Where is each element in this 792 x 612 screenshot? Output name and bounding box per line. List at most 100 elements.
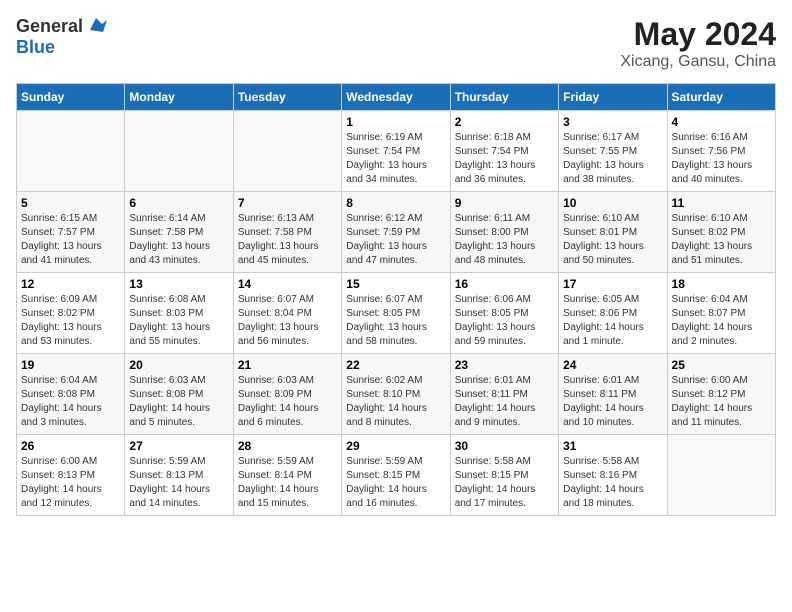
day-number: 4 — [672, 115, 771, 129]
logo-blue: Blue — [16, 37, 55, 57]
day-number: 31 — [563, 439, 662, 453]
day-header-tuesday: Tuesday — [233, 84, 341, 111]
calendar-cell: 21 Sunrise: 6:03 AMSunset: 8:09 PMDayligh… — [233, 354, 341, 435]
calendar-cell: 16Sunrise: 6:06 AMSunset: 8:05 PMDayligh… — [450, 273, 558, 354]
day-number: 18 — [672, 277, 771, 291]
day-info: Sunrise: 5:59 AMSunset: 8:14 PMDaylight:… — [238, 455, 337, 511]
calendar-cell: 22Sunrise: 6:02 AMSunset: 8:10 PMDayligh… — [342, 354, 450, 435]
day-number: 25 — [672, 358, 771, 372]
calendar-cell: 8 Sunrise: 6:12 AMSunset: 7:59 PMDaylight… — [342, 192, 450, 273]
day-number: 30 — [455, 439, 554, 453]
page-header: General Blue May 2024 Xicang, Gansu, Chi… — [16, 16, 776, 71]
day-info: Sunrise: 6:14 AMSunset: 7:58 PMDaylight:… — [129, 212, 228, 268]
logo: General Blue — [16, 16, 107, 58]
day-number: 20 — [129, 358, 228, 372]
day-info: Sunrise: 6:19 AMSunset: 7:54 PMDaylight:… — [346, 131, 445, 187]
day-header-thursday: Thursday — [450, 84, 558, 111]
calendar-cell: 10Sunrise: 6:10 AMSunset: 8:01 PMDayligh… — [559, 192, 667, 273]
week-row-1: 1 Sunrise: 6:19 AMSunset: 7:54 PMDaylight… — [17, 111, 776, 192]
calendar-header-row: SundayMondayTuesdayWednesdayThursdayFrid… — [17, 84, 776, 111]
day-info: Sunrise: 6:03 AMSunset: 8:08 PMDaylight:… — [129, 374, 228, 430]
week-row-5: 26Sunrise: 6:00 AMSunset: 8:13 PMDayligh… — [17, 435, 776, 516]
day-header-monday: Monday — [125, 84, 233, 111]
calendar-cell: 5Sunrise: 6:15 AMSunset: 7:57 PMDaylight… — [17, 192, 125, 273]
calendar-cell: 26Sunrise: 6:00 AMSunset: 8:13 PMDayligh… — [17, 435, 125, 516]
calendar-cell: 30 Sunrise: 5:58 AMSunset: 8:15 PMDayligh… — [450, 435, 558, 516]
calendar-cell: 25 Sunrise: 6:00 AMSunset: 8:12 PMDayligh… — [667, 354, 775, 435]
day-info: Sunrise: 5:58 AMSunset: 8:15 PMDaylight:… — [455, 455, 554, 511]
day-info: Sunrise: 5:58 AMSunset: 8:16 PMDaylight:… — [563, 455, 662, 511]
day-info: Sunrise: 6:07 AMSunset: 8:04 PMDaylight:… — [238, 293, 337, 349]
day-number: 2 — [455, 115, 554, 129]
calendar-cell: 29 Sunrise: 5:59 AMSunset: 8:15 PMDayligh… — [342, 435, 450, 516]
week-row-4: 19Sunrise: 6:04 AMSunset: 8:08 PMDayligh… — [17, 354, 776, 435]
week-row-3: 12 Sunrise: 6:09 AMSunset: 8:02 PMDayligh… — [17, 273, 776, 354]
calendar-cell: 2Sunrise: 6:18 AMSunset: 7:54 PMDaylight… — [450, 111, 558, 192]
calendar-cell — [233, 111, 341, 192]
day-info: Sunrise: 6:08 AMSunset: 8:03 PMDaylight:… — [129, 293, 228, 349]
day-info: Sunrise: 6:12 AMSunset: 7:59 PMDaylight:… — [346, 212, 445, 268]
day-number: 11 — [672, 196, 771, 210]
calendar-cell: 20 Sunrise: 6:03 AMSunset: 8:08 PMDayligh… — [125, 354, 233, 435]
calendar-cell: 27 Sunrise: 5:59 AMSunset: 8:13 PMDayligh… — [125, 435, 233, 516]
day-number: 6 — [129, 196, 228, 210]
day-info: Sunrise: 6:05 AMSunset: 8:06 PMDaylight:… — [563, 293, 662, 349]
day-header-wednesday: Wednesday — [342, 84, 450, 111]
calendar-subtitle: Xicang, Gansu, China — [620, 53, 776, 71]
calendar-cell: 28 Sunrise: 5:59 AMSunset: 8:14 PMDayligh… — [233, 435, 341, 516]
day-number: 29 — [346, 439, 445, 453]
day-header-friday: Friday — [559, 84, 667, 111]
day-number: 21 — [238, 358, 337, 372]
day-info: Sunrise: 5:59 AMSunset: 8:13 PMDaylight:… — [129, 455, 228, 511]
week-row-2: 5Sunrise: 6:15 AMSunset: 7:57 PMDaylight… — [17, 192, 776, 273]
calendar-cell: 15Sunrise: 6:07 AMSunset: 8:05 PMDayligh… — [342, 273, 450, 354]
day-info: Sunrise: 6:02 AMSunset: 8:10 PMDaylight:… — [346, 374, 445, 430]
day-info: Sunrise: 6:01 AMSunset: 8:11 PMDaylight:… — [455, 374, 554, 430]
day-number: 27 — [129, 439, 228, 453]
day-header-sunday: Sunday — [17, 84, 125, 111]
day-number: 9 — [455, 196, 554, 210]
day-info: Sunrise: 6:17 AMSunset: 7:55 PMDaylight:… — [563, 131, 662, 187]
day-number: 3 — [563, 115, 662, 129]
day-number: 13 — [129, 277, 228, 291]
day-info: Sunrise: 6:00 AMSunset: 8:13 PMDaylight:… — [21, 455, 120, 511]
day-number: 24 — [563, 358, 662, 372]
day-number: 14 — [238, 277, 337, 291]
calendar-title: May 2024 — [620, 16, 776, 53]
day-info: Sunrise: 6:01 AMSunset: 8:11 PMDaylight:… — [563, 374, 662, 430]
day-info: Sunrise: 6:10 AMSunset: 8:02 PMDaylight:… — [672, 212, 771, 268]
calendar-table: SundayMondayTuesdayWednesdayThursdayFrid… — [16, 83, 776, 516]
day-number: 16 — [455, 277, 554, 291]
day-number: 15 — [346, 277, 445, 291]
day-info: Sunrise: 5:59 AMSunset: 8:15 PMDaylight:… — [346, 455, 445, 511]
calendar-cell: 31 Sunrise: 5:58 AMSunset: 8:16 PMDayligh… — [559, 435, 667, 516]
calendar-cell: 7Sunrise: 6:13 AMSunset: 7:58 PMDaylight… — [233, 192, 341, 273]
logo-general: General — [16, 16, 83, 37]
calendar-cell: 23 Sunrise: 6:01 AMSunset: 8:11 PMDayligh… — [450, 354, 558, 435]
day-info: Sunrise: 6:16 AMSunset: 7:56 PMDaylight:… — [672, 131, 771, 187]
calendar-cell: 14 Sunrise: 6:07 AMSunset: 8:04 PMDayligh… — [233, 273, 341, 354]
day-number: 23 — [455, 358, 554, 372]
calendar-title-block: May 2024 Xicang, Gansu, China — [620, 16, 776, 71]
day-info: Sunrise: 6:15 AMSunset: 7:57 PMDaylight:… — [21, 212, 120, 268]
day-number: 28 — [238, 439, 337, 453]
day-number: 1 — [346, 115, 445, 129]
logo-bird-icon — [85, 16, 107, 34]
calendar-cell: 1 Sunrise: 6:19 AMSunset: 7:54 PMDaylight… — [342, 111, 450, 192]
day-number: 19 — [21, 358, 120, 372]
calendar-cell: 4 Sunrise: 6:16 AMSunset: 7:56 PMDaylight… — [667, 111, 775, 192]
day-number: 17 — [563, 277, 662, 291]
calendar-cell: 18 Sunrise: 6:04 AMSunset: 8:07 PMDayligh… — [667, 273, 775, 354]
calendar-cell: 9Sunrise: 6:11 AMSunset: 8:00 PMDaylight… — [450, 192, 558, 273]
calendar-cell: 3 Sunrise: 6:17 AMSunset: 7:55 PMDaylight… — [559, 111, 667, 192]
day-info: Sunrise: 6:04 AMSunset: 8:07 PMDaylight:… — [672, 293, 771, 349]
day-info: Sunrise: 6:03 AMSunset: 8:09 PMDaylight:… — [238, 374, 337, 430]
day-number: 12 — [21, 277, 120, 291]
day-info: Sunrise: 6:09 AMSunset: 8:02 PMDaylight:… — [21, 293, 120, 349]
calendar-cell: 12 Sunrise: 6:09 AMSunset: 8:02 PMDayligh… — [17, 273, 125, 354]
day-number: 8 — [346, 196, 445, 210]
calendar-cell: 6 Sunrise: 6:14 AMSunset: 7:58 PMDaylight… — [125, 192, 233, 273]
day-info: Sunrise: 6:00 AMSunset: 8:12 PMDaylight:… — [672, 374, 771, 430]
day-info: Sunrise: 6:10 AMSunset: 8:01 PMDaylight:… — [563, 212, 662, 268]
calendar-cell — [667, 435, 775, 516]
